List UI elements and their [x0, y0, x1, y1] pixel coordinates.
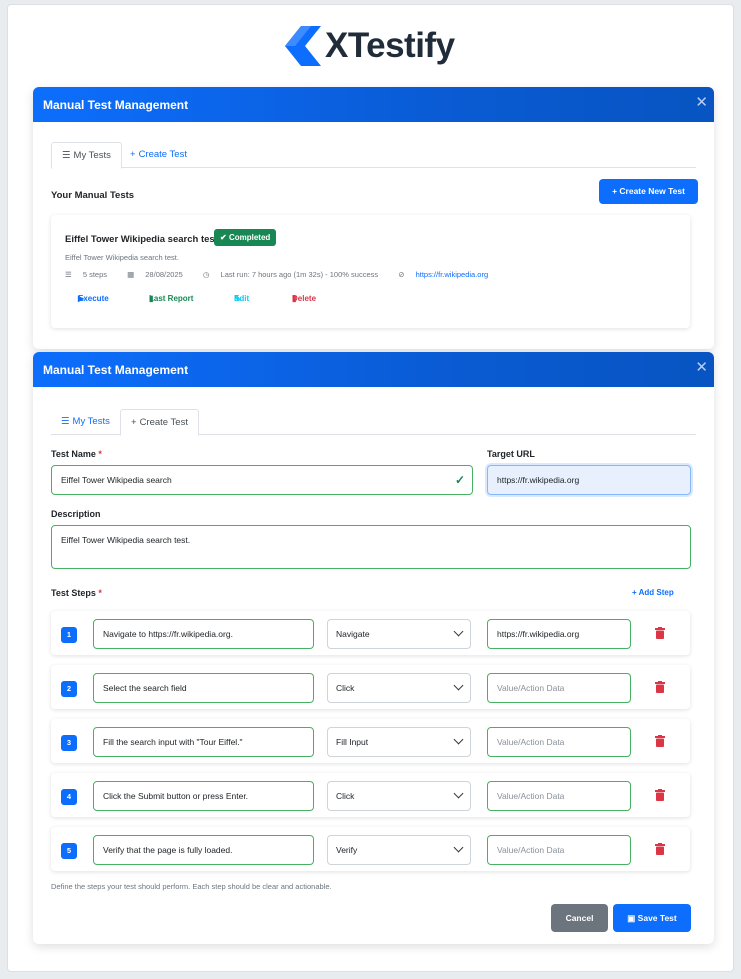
xtestify-logo-icon: [285, 26, 321, 66]
step-number: 2: [61, 681, 77, 697]
step-action-select[interactable]: Verify: [327, 835, 471, 865]
create-new-test-button[interactable]: + Create New Test: [599, 179, 698, 204]
close-icon[interactable]: ✕: [695, 94, 708, 112]
plus-icon: +: [130, 149, 136, 160]
step-value-input[interactable]: Value/Action Data: [487, 835, 631, 865]
step-action-select[interactable]: Navigate: [327, 619, 471, 649]
step-row: 2 Select the search field Click Value/Ac…: [51, 665, 690, 709]
status-badge: ✔ Completed: [214, 229, 277, 246]
target-url-input[interactable]: https://fr.wikipedia.org: [487, 465, 691, 495]
panel-title: Manual Test Management: [43, 363, 189, 377]
chevron-down-icon: [453, 734, 464, 745]
step-value-input[interactable]: Value/Action Data: [487, 727, 631, 757]
step-row: 5 Verify that the page is fully loaded. …: [51, 827, 690, 871]
step-number: 3: [61, 735, 77, 751]
step-number: 1: [61, 627, 77, 643]
tab-bar: ☰ My Tests + Create Test: [51, 409, 696, 436]
tab-create-test[interactable]: + Create Test: [120, 409, 199, 436]
step-description-input[interactable]: Fill the search input with "Tour Eiffel.…: [93, 727, 314, 757]
step-description-input[interactable]: Navigate to https://fr.wikipedia.org.: [93, 619, 314, 649]
trash-icon[interactable]: [655, 627, 665, 639]
test-title: Eiffel Tower Wikipedia search test.: [65, 234, 221, 245]
close-icon[interactable]: ✕: [695, 359, 708, 377]
clock-icon: ◷: [202, 270, 212, 279]
add-step-button[interactable]: + Add Step: [632, 588, 674, 597]
trash-icon[interactable]: [655, 681, 665, 693]
page: XTestify Manual Test Management ✕ ☰ My Te…: [7, 4, 734, 972]
brand-logo: XTestify: [285, 25, 455, 67]
save-test-button[interactable]: ▣ Save Test: [613, 904, 691, 932]
test-steps-label: Test Steps *: [51, 588, 102, 598]
plus-icon: +: [632, 588, 639, 597]
cancel-button[interactable]: Cancel: [551, 904, 608, 932]
steps-count: ☰ 5 steps: [65, 270, 107, 279]
manual-tests-panel: Manual Test Management ✕ ☰ My Tests + Crea…: [33, 87, 714, 349]
step-action-select[interactable]: Fill Input: [327, 727, 471, 757]
step-description-input[interactable]: Verify that the page is fully loaded.: [93, 835, 314, 865]
step-row: 3 Fill the search input with "Tour Eiffe…: [51, 719, 690, 763]
step-number: 5: [61, 843, 77, 859]
tab-create-test[interactable]: + Create Test: [120, 142, 197, 168]
test-date: ▦ 28/08/2025: [127, 270, 183, 279]
step-action-select[interactable]: Click: [327, 673, 471, 703]
description-label: Description: [51, 509, 101, 519]
panel-header: Manual Test Management ✕: [33, 352, 714, 387]
calendar-icon: ▦: [127, 270, 137, 279]
plus-icon: +: [131, 417, 137, 428]
step-value-input[interactable]: https://fr.wikipedia.org: [487, 619, 631, 649]
panel-header: Manual Test Management ✕: [33, 87, 714, 122]
step-action-select[interactable]: Click: [327, 781, 471, 811]
list-icon: ☰: [65, 270, 74, 279]
step-row: 1 Navigate to https://fr.wikipedia.org. …: [51, 611, 690, 655]
chevron-down-icon: [453, 626, 464, 637]
list-icon: ☰: [61, 416, 70, 427]
trash-icon[interactable]: [655, 735, 665, 747]
steps-help-text: Define the steps your test should perfor…: [51, 882, 332, 891]
test-name-input[interactable]: Eiffel Tower Wikipedia search ✓: [51, 465, 473, 495]
step-description-input[interactable]: Select the search field: [93, 673, 314, 703]
last-run: ◷ Last run: 7 hours ago (1m 32s) - 100% …: [202, 270, 379, 279]
save-icon: ▣: [627, 913, 638, 923]
step-row: 4 Click the Submit button or press Enter…: [51, 773, 690, 817]
panel-title: Manual Test Management: [43, 98, 189, 112]
chevron-down-icon: [453, 788, 464, 799]
description-textarea[interactable]: Eiffel Tower Wikipedia search test.: [51, 525, 691, 569]
test-meta: ☰ 5 steps ▦ 28/08/2025 ◷ Last run: 7 hou…: [65, 270, 506, 279]
step-value-input[interactable]: Value/Action Data: [487, 781, 631, 811]
test-name-label: Test Name *: [51, 449, 102, 459]
trash-icon[interactable]: [655, 843, 665, 855]
test-url-link[interactable]: ⊘ https://fr.wikipedia.org: [398, 270, 497, 279]
step-number: 4: [61, 789, 77, 805]
list-icon: ☰: [62, 150, 71, 161]
create-test-panel: Manual Test Management ✕ ☰ My Tests + Crea…: [33, 352, 714, 944]
step-description-input[interactable]: Click the Submit button or press Enter.: [93, 781, 314, 811]
chevron-down-icon: [453, 842, 464, 853]
brand-name: XTestify: [325, 26, 455, 65]
tab-my-tests[interactable]: ☰ My Tests: [51, 142, 122, 169]
test-description: Eiffel Tower Wikipedia search test.: [65, 253, 179, 262]
section-title: Your Manual Tests: [51, 190, 135, 201]
link-icon: ⊘: [398, 270, 407, 279]
test-card: Eiffel Tower Wikipedia search test. ✔ Co…: [51, 215, 690, 328]
target-url-label: Target URL: [487, 449, 535, 459]
chevron-down-icon: [453, 680, 464, 691]
step-value-input[interactable]: Value/Action Data: [487, 673, 631, 703]
check-circle-icon: ✔: [220, 233, 229, 242]
trash-icon[interactable]: [655, 789, 665, 801]
check-icon: ✓: [454, 473, 465, 487]
tab-my-tests[interactable]: ☰ My Tests: [51, 409, 120, 435]
tab-bar: ☰ My Tests + Create Test: [51, 142, 696, 169]
